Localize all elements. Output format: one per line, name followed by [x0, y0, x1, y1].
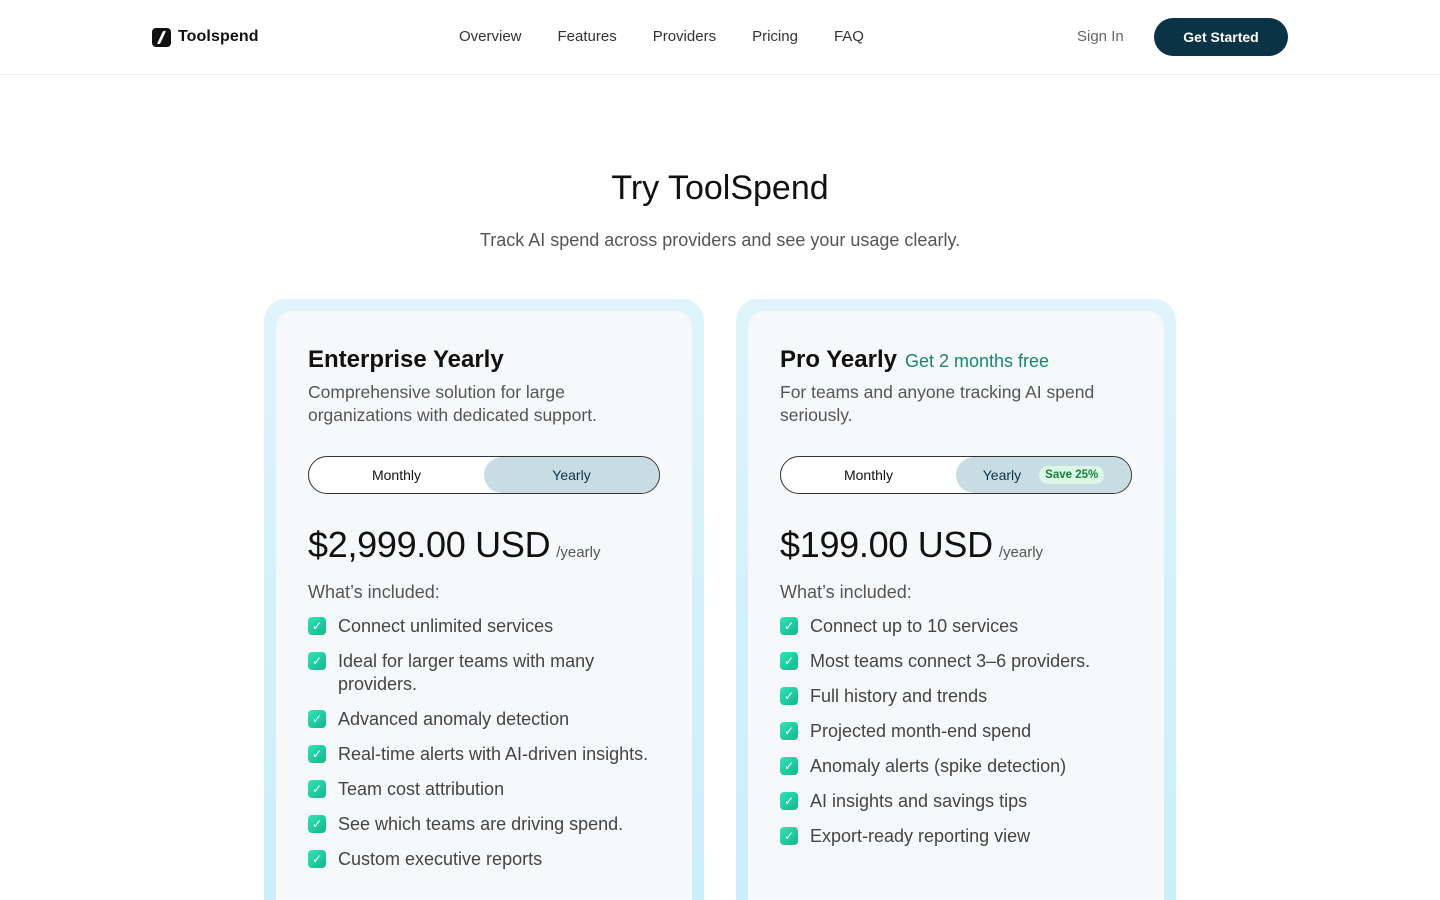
plan-title: Enterprise Yearly — [308, 346, 504, 373]
save-badge: Save 25% — [1039, 466, 1105, 484]
billing-monthly-label: Monthly — [371, 467, 422, 483]
check-icon: ✓ — [308, 815, 326, 833]
check-icon: ✓ — [780, 827, 798, 845]
plan-description: For teams and anyone tracking AI spend s… — [780, 382, 1095, 425]
check-icon: ✓ — [780, 652, 798, 670]
list-item: ✓ Most teams connect 3–6 providers. — [780, 650, 1130, 673]
plan-price: $2,999.00 USD — [308, 524, 551, 565]
plan-price: $199.00 USD — [780, 524, 993, 565]
feature-text: Custom executive reports — [338, 849, 543, 869]
list-item: ✓ Full history and trends — [780, 685, 1130, 708]
check-icon: ✓ — [780, 617, 798, 635]
get-started-button[interactable]: Get Started — [1154, 18, 1288, 56]
included-label: What’s included: — [308, 582, 440, 602]
feature-text: AI insights and savings tips — [810, 791, 1028, 811]
nav-overview[interactable]: Overview — [459, 27, 522, 47]
sign-in-link[interactable]: Sign In — [1077, 27, 1124, 47]
check-icon: ✓ — [308, 617, 326, 635]
feature-text: Advanced anomaly detection — [338, 709, 570, 729]
list-item: ✓ AI insights and savings tips — [780, 790, 1130, 813]
list-item: ✓ Ideal for larger teams with many provid… — [308, 650, 658, 696]
check-icon: ✓ — [308, 745, 326, 763]
nav-providers[interactable]: Providers — [653, 27, 716, 47]
billing-toggle: Monthly Yearly Save 25% — [780, 456, 1132, 494]
plan-title-row: Pro Yearly Get 2 months free — [780, 345, 1049, 375]
check-icon: ✓ — [780, 792, 798, 810]
list-item: ✓ Connect unlimited services — [308, 615, 658, 638]
nav-pricing[interactable]: Pricing — [752, 27, 798, 47]
page-title: Try ToolSpend — [611, 169, 829, 207]
feature-text: Projected month-end spend — [810, 721, 1032, 741]
feature-text: Anomaly alerts (spike detection) — [810, 756, 1067, 776]
check-icon: ✓ — [308, 780, 326, 798]
feature-text: Ideal for larger teams with many provide… — [338, 651, 595, 694]
billing-yearly-option[interactable]: Yearly Save 25% — [956, 457, 1131, 493]
nav-faq[interactable]: FAQ — [834, 27, 864, 47]
list-item: ✓ Team cost attribution — [308, 778, 658, 801]
check-icon: ✓ — [308, 710, 326, 728]
plan-title-row: Enterprise Yearly — [308, 345, 504, 375]
list-item: ✓ Advanced anomaly detection — [308, 708, 658, 731]
plan-card-pro: Pro Yearly Get 2 months free For teams a… — [736, 299, 1176, 900]
billing-monthly-option[interactable]: Monthly — [781, 457, 956, 493]
billing-yearly-label: Yearly — [982, 467, 1022, 483]
list-item: ✓ Custom executive reports — [308, 848, 658, 871]
billing-yearly-label: Yearly — [552, 467, 591, 483]
brand-logo[interactable]: Toolspend — [152, 26, 259, 48]
plan-period: /yearly — [998, 544, 1044, 561]
check-icon: ✓ — [308, 652, 326, 670]
list-item: ✓ Projected month-end spend — [780, 720, 1130, 743]
check-icon: ✓ — [308, 850, 326, 868]
included-label: What’s included: — [780, 582, 912, 602]
feature-list: ✓ Connect unlimited services ✓ Ideal for l… — [308, 615, 658, 883]
nav-features[interactable]: Features — [558, 27, 617, 47]
plan-promo: Get 2 months free — [904, 351, 1050, 371]
feature-text: Real-time alerts with AI-driven insights… — [338, 744, 649, 764]
brand-name: Toolspend — [178, 28, 259, 45]
billing-yearly-option[interactable]: Yearly — [484, 457, 659, 493]
list-item: ✓ See which teams are driving spend. — [308, 813, 658, 836]
billing-toggle: Monthly Yearly — [308, 456, 660, 494]
plan-card-body: Enterprise Yearly Comprehensive solution… — [276, 311, 692, 900]
plan-title: Pro Yearly — [780, 346, 897, 373]
toolspend-logo-icon — [152, 27, 171, 47]
feature-text: Connect up to 10 services — [810, 616, 1019, 636]
plan-card-body: Pro Yearly Get 2 months free For teams a… — [748, 311, 1164, 900]
feature-text: See which teams are driving spend. — [338, 814, 624, 834]
billing-monthly-option[interactable]: Monthly — [309, 457, 484, 493]
price-row: $199.00 USD /yearly — [780, 524, 1043, 566]
feature-text: Connect unlimited services — [338, 616, 554, 636]
list-item: ✓ Connect up to 10 services — [780, 615, 1130, 638]
feature-text: Export-ready reporting view — [810, 826, 1031, 846]
page-subtitle: Track AI spend across providers and see … — [479, 230, 961, 250]
billing-monthly-label: Monthly — [843, 467, 894, 483]
top-header: Toolspend Overview Features Providers Pr… — [0, 0, 1440, 75]
feature-text: Full history and trends — [810, 686, 988, 706]
list-item: ✓ Real-time alerts with AI-driven insight… — [308, 743, 658, 766]
plan-description: Comprehensive solution for large organiz… — [308, 382, 597, 425]
check-icon: ✓ — [780, 722, 798, 740]
check-icon: ✓ — [780, 687, 798, 705]
list-item: ✓ Anomaly alerts (spike detection) — [780, 755, 1130, 778]
price-row: $2,999.00 USD /yearly — [308, 524, 600, 566]
feature-text: Most teams connect 3–6 providers. — [810, 651, 1091, 671]
main-nav: Overview Features Providers Pricing FAQ — [459, 27, 900, 47]
plan-period: /yearly — [556, 544, 601, 561]
check-icon: ✓ — [780, 757, 798, 775]
list-item: ✓ Export-ready reporting view — [780, 825, 1130, 848]
feature-list: ✓ Connect up to 10 services ✓ Most teams c… — [780, 615, 1130, 860]
plan-card-enterprise: Enterprise Yearly Comprehensive solution… — [264, 299, 704, 900]
feature-text: Team cost attribution — [338, 779, 505, 799]
